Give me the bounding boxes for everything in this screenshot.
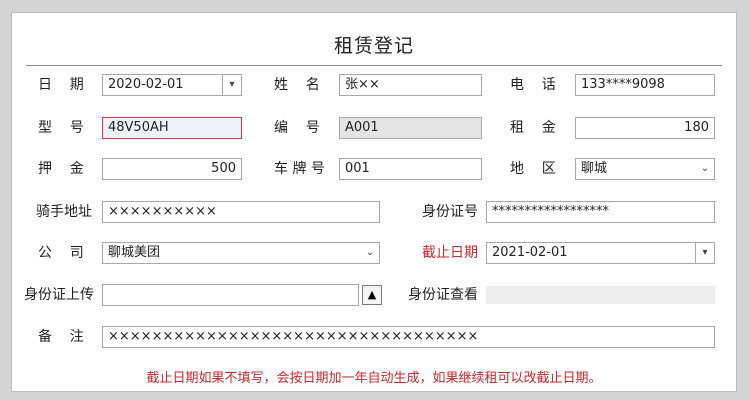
deadline-value: 2021-02-01 xyxy=(492,245,568,260)
code-label: 编 号 xyxy=(274,120,320,136)
model-value: 48V50AH xyxy=(108,120,169,135)
id-view-label: 身份证查看 xyxy=(408,287,478,303)
region-label: 地 区 xyxy=(510,161,556,177)
id-number-value: ****************** xyxy=(492,204,609,219)
rental-registration-form: 租赁登记 日 期 2020-02-01 ▾ 姓 名 张×× 电 话 133***… xyxy=(11,12,737,392)
date-value: 2020-02-01 xyxy=(108,77,184,92)
model-label: 型 号 xyxy=(38,120,84,136)
date-field[interactable]: 2020-02-01 ▾ xyxy=(102,74,242,96)
phone-value: 133****9098 xyxy=(581,77,665,92)
region-select[interactable]: 聊城 ⌄ xyxy=(575,158,715,180)
plate-label: 车 牌 号 xyxy=(274,161,325,177)
rent-value: 180 xyxy=(684,120,709,135)
deadline-label: 截止日期 xyxy=(422,245,478,261)
title-divider xyxy=(26,65,722,66)
chevron-down-icon[interactable]: ▾ xyxy=(695,243,714,263)
name-label: 姓 名 xyxy=(274,77,320,93)
deadline-field[interactable]: 2021-02-01 ▾ xyxy=(486,242,715,264)
remark-field[interactable]: ×××××××××××××××××××××××××××××××××× xyxy=(102,326,715,348)
deposit-value: 500 xyxy=(211,161,236,176)
address-value: ×××××××××× xyxy=(108,204,217,219)
plate-value: 001 xyxy=(345,161,370,176)
name-value: 张×× xyxy=(345,77,380,92)
address-field[interactable]: ×××××××××× xyxy=(102,201,380,223)
id-upload-label: 身份证上传 xyxy=(24,287,94,303)
region-value: 聊城 xyxy=(581,161,608,176)
chevron-down-icon[interactable]: ⌄ xyxy=(696,159,714,179)
chevron-down-icon[interactable]: ⌄ xyxy=(361,243,379,263)
id-view-area[interactable] xyxy=(486,286,715,304)
deposit-field[interactable]: 500 xyxy=(102,158,242,180)
plate-field[interactable]: 001 xyxy=(339,158,482,180)
company-select[interactable]: 聊城美团 ⌄ xyxy=(102,242,380,264)
rent-field[interactable]: 180 xyxy=(575,117,715,139)
model-field[interactable]: 48V50AH xyxy=(102,117,242,139)
remark-label: 备 注 xyxy=(38,329,84,345)
triangle-up-icon[interactable]: ▲ xyxy=(362,285,382,305)
id-number-label: 身份证号 xyxy=(422,204,478,220)
rent-label: 租 金 xyxy=(510,120,556,136)
address-label: 骑手地址 xyxy=(36,204,92,220)
deadline-note: 截止日期如果不填写，会按日期加一年自动生成，如果继续租可以改截止日期。 xyxy=(146,371,602,386)
form-title: 租赁登记 xyxy=(333,35,414,57)
chevron-down-icon[interactable]: ▾ xyxy=(222,75,241,95)
remark-value: ×××××××××××××××××××××××××××××××××× xyxy=(108,329,479,344)
id-number-field[interactable]: ****************** xyxy=(486,201,715,223)
date-label: 日 期 xyxy=(38,77,84,93)
deposit-label: 押 金 xyxy=(38,161,84,177)
company-label: 公 司 xyxy=(38,245,84,261)
company-value: 聊城美团 xyxy=(108,245,161,260)
code-value: A001 xyxy=(345,120,379,135)
code-field: A001 xyxy=(339,117,482,139)
phone-field[interactable]: 133****9098 xyxy=(575,74,715,96)
id-upload-field[interactable] xyxy=(102,284,359,306)
phone-label: 电 话 xyxy=(510,77,556,93)
name-field[interactable]: 张×× xyxy=(339,74,482,96)
